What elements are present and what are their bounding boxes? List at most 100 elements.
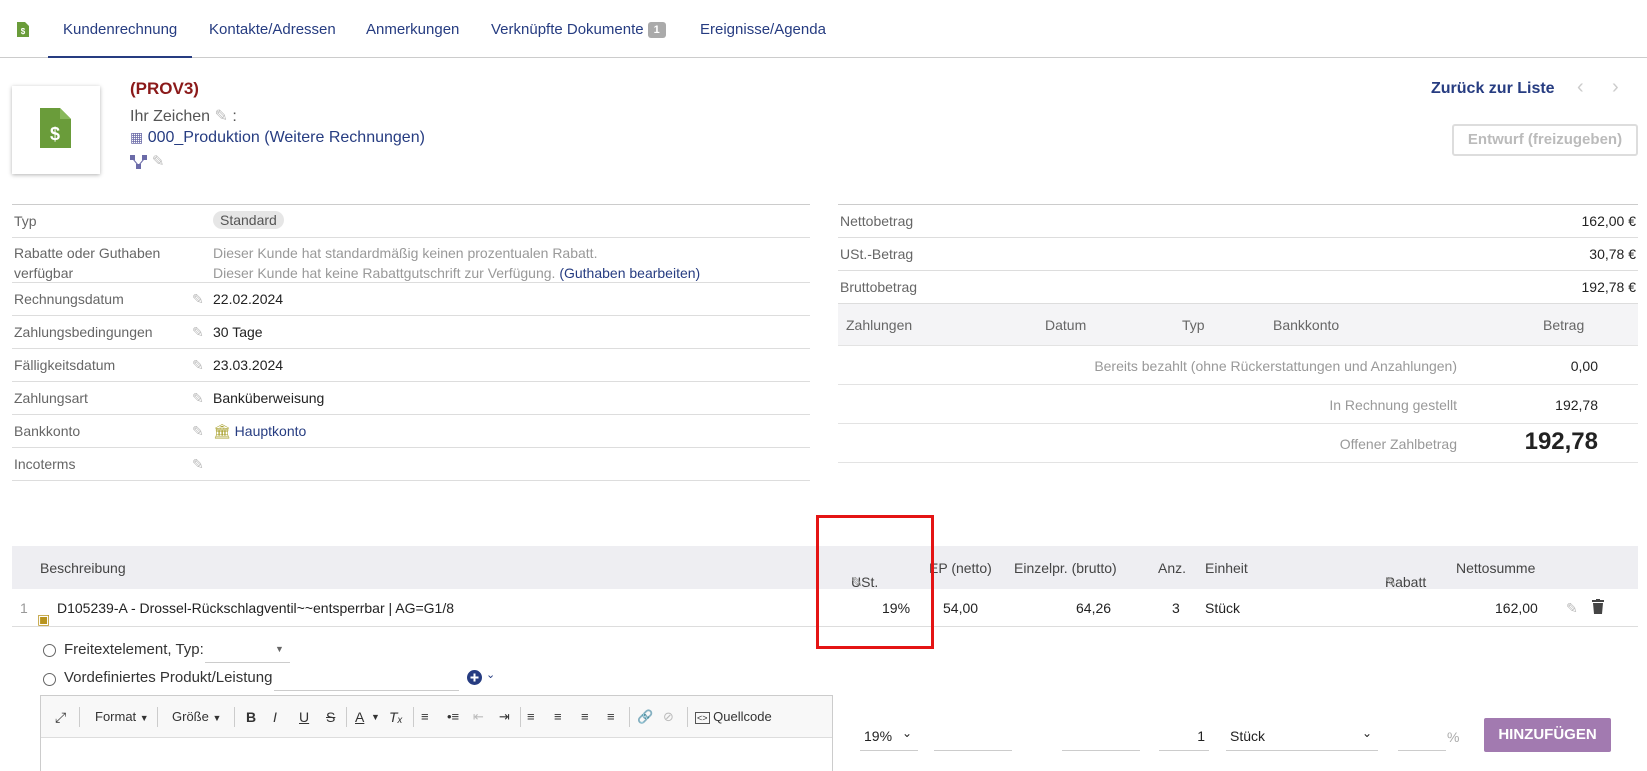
project-link[interactable]: ▦ 000_Produktion (Weitere Rechnungen): [130, 129, 425, 147]
guthaben-edit-link[interactable]: (Guthaben bearbeiten): [559, 265, 700, 281]
tab-label: Anmerkungen: [366, 21, 460, 38]
status-draft-button[interactable]: Entwurf (freizugeben): [1452, 124, 1638, 156]
ihr-zeichen-suffix: :: [227, 108, 237, 125]
payment-label: In Rechnung gestellt: [1329, 397, 1457, 413]
tab-label: Kundenrechnung: [63, 21, 178, 38]
tab-verknuepfte-dokumente[interactable]: Verknüpfte Dokumente 1: [491, 0, 666, 58]
italic-icon[interactable]: I: [273, 709, 277, 725]
ep-netto-input[interactable]: [934, 721, 1012, 751]
caret-down-icon[interactable]: ▼: [371, 712, 380, 722]
info-row-zahlungsbedingungen: Zahlungsbedingungen ✎ 30 Tage: [12, 316, 810, 349]
add-line-button[interactable]: HINZUFÜGEN: [1484, 718, 1611, 752]
ust-select[interactable]: 19% ⌄: [860, 721, 918, 751]
info-row-faelligkeit: Fälligkeitsdatum ✎ 23.03.2024: [12, 349, 810, 382]
payment-row-bereits: Bereits bezahlt (ohne Rückerstattungen u…: [838, 346, 1638, 385]
info-label: Zahlungsart: [14, 390, 88, 406]
align-right-icon[interactable]: ≡: [581, 709, 589, 724]
total-label: Bruttobetrag: [840, 279, 918, 295]
column-header: Datum: [1045, 317, 1087, 333]
bullet-list-icon[interactable]: •≡: [447, 709, 459, 724]
link-icon[interactable]: 🔗: [637, 709, 653, 725]
unit-select-value: Stück: [1230, 728, 1266, 744]
info-value: 30 Tage: [213, 324, 263, 340]
vordefiniert-radio[interactable]: [43, 673, 56, 686]
quantity-input[interactable]: 1: [1159, 721, 1209, 751]
column-header: Einzelpr. (brutto): [1014, 560, 1117, 576]
pencil-icon[interactable]: ✎: [1566, 600, 1578, 617]
pencil-icon[interactable]: ✎: [152, 153, 165, 170]
vordefiniert-label: Vordefiniertes Produkt/Leistung: [64, 669, 273, 686]
chevron-down-icon: ⌄: [1362, 726, 1373, 740]
freitext-radio[interactable]: [43, 644, 56, 657]
einzelpr-brutto-input[interactable]: [1062, 721, 1140, 751]
column-header: Typ: [1182, 317, 1205, 333]
back-to-list-link[interactable]: Zurück zur Liste: [1431, 80, 1555, 98]
tab-bar: $ Kundenrechnung Kontakte/Adressen Anmer…: [0, 0, 1647, 58]
indent-icon[interactable]: ⇥: [499, 709, 510, 725]
caret-down-icon: ▼: [212, 713, 222, 723]
unlink-icon[interactable]: ⊘: [663, 709, 674, 725]
pencil-icon[interactable]: ✎: [192, 423, 204, 440]
next-arrow-icon[interactable]: ›: [1612, 76, 1619, 99]
discount-input[interactable]: [1398, 721, 1446, 751]
project-tree: ✎: [130, 152, 164, 170]
project-name[interactable]: 000_Produktion: [148, 129, 260, 146]
source-code-label: Quellcode: [713, 709, 772, 724]
pencil-icon[interactable]: ✎: [192, 390, 204, 407]
clear-format-icon[interactable]: Tₓ: [389, 709, 403, 725]
trash-icon[interactable]: [1592, 599, 1604, 614]
caret-down-icon: ▼: [139, 713, 149, 723]
pencil-icon[interactable]: ✎: [192, 357, 204, 374]
size-dropdown[interactable]: Größe ▼: [172, 709, 221, 724]
numbered-list-icon[interactable]: ≡: [421, 709, 429, 724]
description-editor[interactable]: ⤢ Format ▼ Größe ▼ B I U S A ▼ Tₓ ≡ •≡ ⇤…: [40, 695, 833, 771]
format-dropdown[interactable]: Format ▼: [95, 709, 149, 724]
total-ust: USt.-Betrag 30,78 €: [838, 238, 1638, 271]
align-justify-icon[interactable]: ≡: [607, 709, 615, 724]
tab-ereignisse[interactable]: Ereignisse/Agenda: [700, 0, 826, 58]
info-value: 23.03.2024: [213, 357, 284, 373]
info-value: Banküberweisung: [213, 390, 325, 406]
pencil-icon[interactable]: ✎: [192, 291, 204, 308]
underline-icon[interactable]: U: [299, 709, 309, 725]
tab-kontakte[interactable]: Kontakte/Adressen: [209, 0, 336, 58]
info-label: Fälligkeitsdatum: [14, 357, 116, 373]
info-row-typ: Typ Standard: [12, 205, 810, 238]
toolbar-separator: [79, 707, 80, 727]
bold-icon[interactable]: B: [246, 709, 256, 725]
align-left-icon[interactable]: ≡: [527, 709, 535, 724]
product-search-input[interactable]: [274, 667, 459, 691]
unit-select[interactable]: Stück ⌄: [1226, 721, 1378, 751]
invoice-icon: $: [17, 22, 29, 37]
chevron-down-icon[interactable]: ⌄: [486, 668, 495, 681]
pencil-icon[interactable]: ✎: [215, 108, 228, 125]
quantity-value: 1: [1197, 728, 1205, 744]
payments-header: Zahlungen Datum Typ Bankkonto Betrag: [838, 304, 1638, 346]
info-label: Incoterms: [14, 456, 76, 472]
project-extra-link[interactable]: (Weitere Rechnungen): [264, 129, 425, 146]
payment-row-offen: Offener Zahlbetrag 192,78: [838, 424, 1638, 463]
tab-label: Kontakte/Adressen: [209, 21, 336, 38]
tab-anmerkungen[interactable]: Anmerkungen: [366, 0, 459, 58]
bankkonto-link[interactable]: Hauptkonto: [235, 423, 307, 439]
source-code-button[interactable]: <> Quellcode: [695, 709, 772, 724]
freitext-type-select[interactable]: ▼: [205, 639, 290, 663]
einzelpr-brutto-value: 64,26: [1076, 600, 1112, 616]
source-code-icon: <>: [695, 712, 710, 724]
align-center-icon[interactable]: ≡: [554, 709, 562, 724]
payment-label: Bereits bezahlt (ohne Rückerstattungen u…: [1094, 358, 1457, 374]
network-icon[interactable]: [130, 155, 148, 170]
prev-arrow-icon[interactable]: ‹: [1577, 76, 1584, 99]
text-color-icon[interactable]: A: [355, 709, 364, 725]
tab-kundenrechnung[interactable]: Kundenrechnung: [48, 0, 193, 58]
column-header: Zahlungen: [846, 317, 913, 333]
maximize-icon[interactable]: ⤢: [55, 709, 66, 726]
strikethrough-icon[interactable]: S: [326, 709, 335, 725]
total-netto: Nettobetrag 162,00 €: [838, 205, 1638, 238]
pencil-icon[interactable]: ✎: [192, 456, 204, 473]
outdent-icon[interactable]: ⇤: [473, 709, 484, 725]
einheit-value: Stück: [1205, 600, 1241, 616]
pencil-icon[interactable]: ✎: [192, 324, 204, 341]
product-link[interactable]: D105239-A - Drossel-Rückschlagventil~~en…: [57, 600, 454, 616]
add-circle-icon[interactable]: [467, 670, 482, 685]
